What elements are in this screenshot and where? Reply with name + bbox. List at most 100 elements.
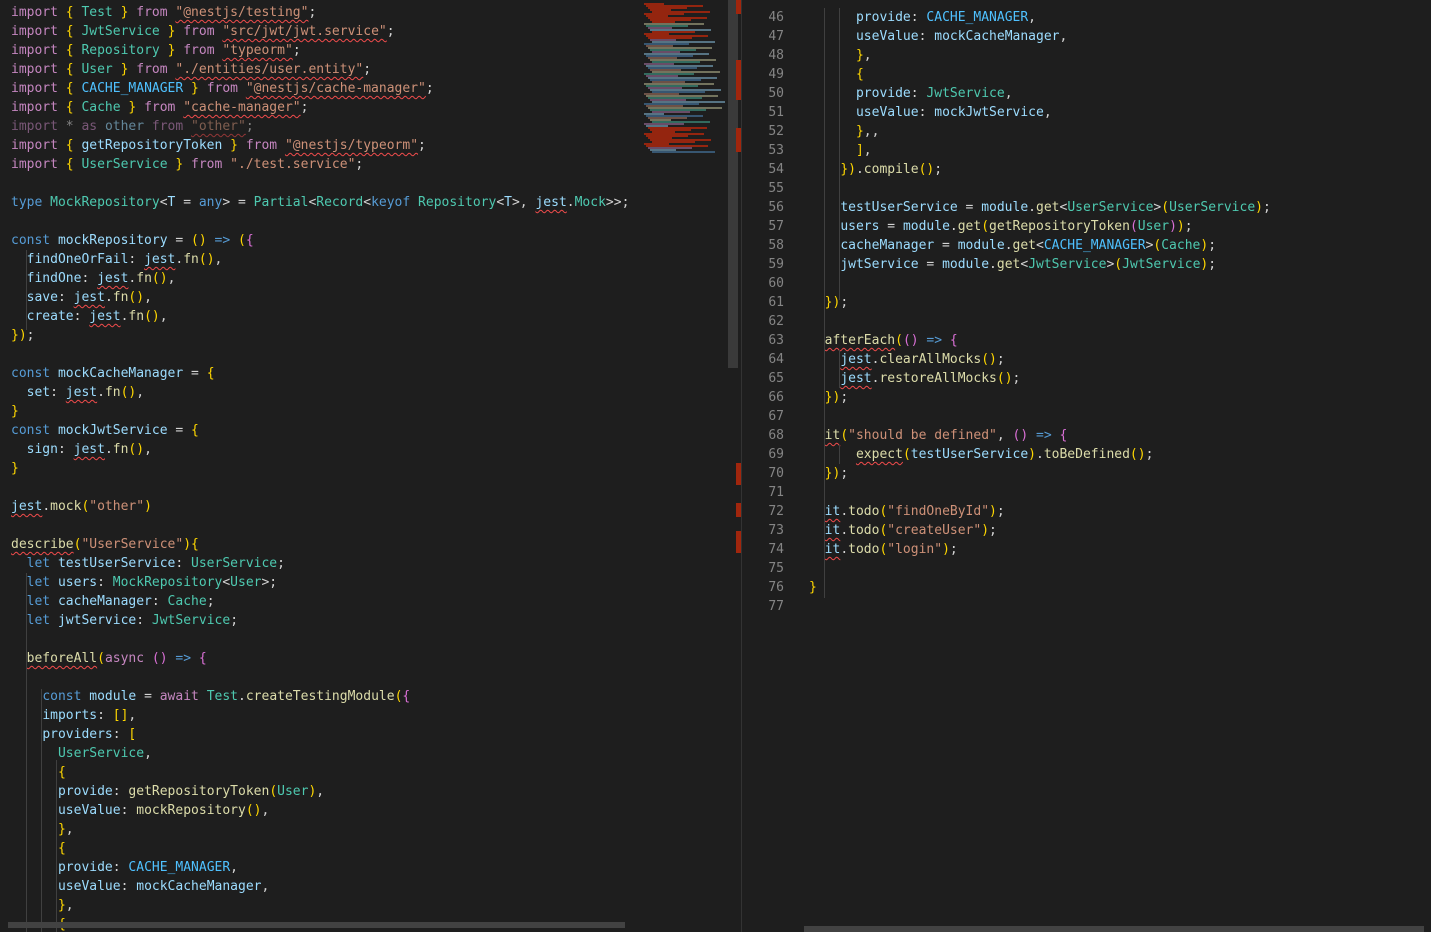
code-line[interactable]: UserService,: [11, 744, 152, 763]
code-line[interactable]: set: jest.fn(),: [11, 383, 144, 402]
code-line[interactable]: const mockJwtService = {: [11, 421, 199, 440]
code-line[interactable]: useValue: mockCacheManager,: [809, 27, 1067, 46]
code-line[interactable]: },,: [809, 122, 879, 141]
editor-right-pane[interactable]: 46 provide: CACHE_MANAGER, 47 useValue: m…: [742, 0, 1431, 932]
code-line[interactable]: ],: [809, 141, 872, 160]
code-line[interactable]: });: [809, 293, 848, 312]
code-line[interactable]: {: [11, 839, 66, 858]
scrollbar-error-marker: [736, 503, 741, 517]
code-line[interactable]: afterEach(() => {: [809, 331, 958, 350]
minimap[interactable]: [636, 0, 742, 932]
code-line[interactable]: describe("UserService"){: [11, 535, 199, 554]
line-number: 59: [768, 257, 784, 272]
code-line[interactable]: it.todo("createUser");: [809, 521, 997, 540]
code-line[interactable]: import { Test } from "@nestjs/testing";: [11, 3, 316, 22]
code-line[interactable]: import { JwtService } from "src/jwt/jwt.…: [11, 22, 395, 41]
line-number: 53: [768, 143, 784, 158]
line-number: 76: [768, 580, 784, 595]
scrollbar-error-marker: [736, 531, 741, 553]
code-line[interactable]: cacheManager = module.get<CACHE_MANAGER>…: [809, 236, 1216, 255]
code-line[interactable]: },: [11, 896, 74, 915]
code-line[interactable]: import { User } from "./entities/user.en…: [11, 60, 371, 79]
scrollbar-error-marker: [736, 60, 741, 100]
code-line[interactable]: jwtService = module.get<JwtService>(JwtS…: [809, 255, 1216, 274]
line-number: 67: [768, 409, 784, 424]
indent-guide: [839, 350, 840, 388]
line-number: 75: [768, 561, 784, 576]
code-line[interactable]: save: jest.fn(),: [11, 288, 152, 307]
code-line[interactable]: useValue: mockCacheManager,: [11, 877, 269, 896]
scrollbar-error-marker: [736, 128, 741, 152]
code-line[interactable]: }).compile();: [809, 160, 942, 179]
indent-guide: [839, 8, 840, 300]
code-line[interactable]: users = module.get(getRepositoryToken(Us…: [809, 217, 1192, 236]
code-line[interactable]: });: [809, 464, 848, 483]
code-line[interactable]: },: [809, 46, 872, 65]
code-line[interactable]: import * as other from "other";: [11, 117, 254, 136]
line-number: 58: [768, 238, 784, 253]
code-line[interactable]: import { Repository } from "typeorm";: [11, 41, 301, 60]
line-number: 77: [768, 599, 784, 614]
code-line[interactable]: imports: [],: [11, 706, 136, 725]
code-line[interactable]: useValue: mockJwtService,: [809, 103, 1052, 122]
code-line[interactable]: let users: MockRepository<User>;: [11, 573, 277, 592]
code-line[interactable]: it("should be defined", () => {: [809, 426, 1068, 445]
code-line[interactable]: provide: CACHE_MANAGER,: [809, 8, 1036, 27]
code-line[interactable]: }: [11, 459, 19, 478]
code-line[interactable]: const mockCacheManager = {: [11, 364, 215, 383]
indent-guide: [839, 445, 840, 464]
line-number: 65: [768, 371, 784, 386]
line-number: 51: [768, 105, 784, 120]
code-line[interactable]: });: [809, 388, 848, 407]
code-line[interactable]: import { CACHE_MANAGER } from "@nestjs/c…: [11, 79, 434, 98]
code-line[interactable]: const mockRepository = () => ({: [11, 231, 254, 250]
code-line[interactable]: }: [809, 578, 817, 597]
code-line[interactable]: {: [809, 65, 864, 84]
line-number: 70: [768, 466, 784, 481]
code-line[interactable]: jest.restoreAllMocks();: [809, 369, 1020, 388]
indent-guide: [824, 8, 825, 598]
line-number: 60: [768, 276, 784, 291]
code-line[interactable]: });: [11, 326, 34, 345]
left-horizontal-scrollbar[interactable]: [8, 922, 625, 928]
code-line[interactable]: },: [11, 820, 74, 839]
code-line[interactable]: findOne: jest.fn(),: [11, 269, 176, 288]
right-horizontal-scrollbar[interactable]: [804, 926, 1424, 932]
code-line[interactable]: sign: jest.fn(),: [11, 440, 152, 459]
code-line[interactable]: provide: getRepositoryToken(User),: [11, 782, 324, 801]
code-line[interactable]: beforeAll(async () => {: [11, 649, 207, 668]
line-number: 62: [768, 314, 784, 329]
code-line[interactable]: jest.mock("other"): [11, 497, 152, 516]
code-line[interactable]: findOneOrFail: jest.fn(),: [11, 250, 223, 269]
code-line[interactable]: let cacheManager: Cache;: [11, 592, 215, 611]
code-line[interactable]: type MockRepository<T = any> = Partial<R…: [11, 193, 629, 212]
code-line[interactable]: provide: CACHE_MANAGER,: [11, 858, 238, 877]
scrollbar-error-marker: [736, 463, 741, 485]
editor-left-pane[interactable]: import { Test } from "@nestjs/testing"; i…: [0, 0, 637, 932]
line-number: 48: [768, 48, 784, 63]
line-number: 71: [768, 485, 784, 500]
code-line[interactable]: import { getRepositoryToken } from "@nes…: [11, 136, 426, 155]
code-line[interactable]: }: [11, 402, 19, 421]
code-line[interactable]: it.todo("findOneById");: [809, 502, 1005, 521]
line-number: 57: [768, 219, 784, 234]
indent-guide: [41, 689, 42, 932]
line-number: 68: [768, 428, 784, 443]
code-line[interactable]: it.todo("login");: [809, 540, 958, 559]
code-line[interactable]: expect(testUserService).toBeDefined();: [809, 445, 1153, 464]
code-line[interactable]: {: [11, 763, 66, 782]
code-line[interactable]: create: jest.fn(),: [11, 307, 168, 326]
minimap-slider[interactable]: [728, 0, 738, 368]
code-line[interactable]: const module = await Test.createTestingM…: [11, 687, 410, 706]
code-line[interactable]: useValue: mockRepository(),: [11, 801, 269, 820]
code-line[interactable]: import { Cache } from "cache-manager";: [11, 98, 308, 117]
line-number: 56: [768, 200, 784, 215]
code-line[interactable]: import { UserService } from "./test.serv…: [11, 155, 363, 174]
code-line[interactable]: let jwtService: JwtService;: [11, 611, 238, 630]
code-line[interactable]: let testUserService: UserService;: [11, 554, 285, 573]
minimap-line: [652, 151, 715, 153]
line-number: 55: [768, 181, 784, 196]
code-line[interactable]: providers: [: [11, 725, 136, 744]
indent-guide: [26, 250, 27, 330]
code-line[interactable]: testUserService = module.get<UserService…: [809, 198, 1271, 217]
